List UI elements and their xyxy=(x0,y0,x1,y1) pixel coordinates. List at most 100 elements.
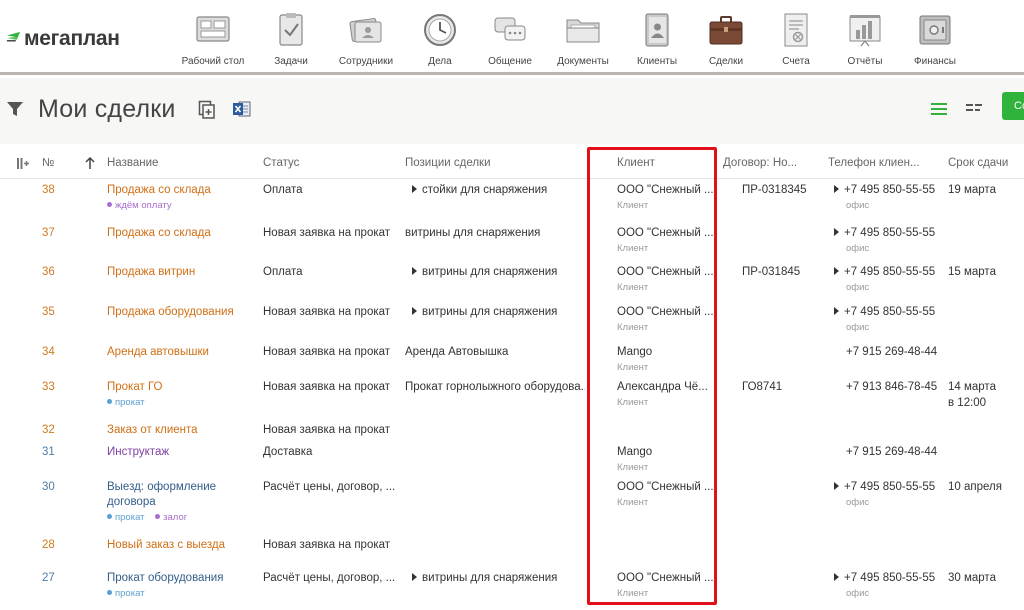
client-name-link[interactable]: ООО "Снежный ... xyxy=(617,266,714,278)
client-phone[interactable]: +7 913 846-78-45 xyxy=(846,381,937,393)
deal-position[interactable]: стойки для снаряжения xyxy=(412,184,547,196)
client-phone[interactable]: +7 495 850-55-55 xyxy=(834,184,935,196)
nav-item-clients[interactable]: Клиенты xyxy=(634,0,680,72)
deal-number[interactable]: 31 xyxy=(42,446,55,458)
tag[interactable]: залог xyxy=(155,512,187,523)
expand-triangle-icon[interactable] xyxy=(834,482,839,490)
list-view-icon[interactable] xyxy=(931,103,947,115)
client-phone[interactable]: +7 495 850-55-55 xyxy=(834,227,935,239)
expand-triangle-icon[interactable] xyxy=(834,573,839,581)
megaplan-logo[interactable]: мегаплан xyxy=(6,26,120,52)
expand-triangle-icon[interactable] xyxy=(834,307,839,315)
deal-name-link[interactable]: Продажа оборудования xyxy=(107,306,234,318)
deal-number[interactable]: 34 xyxy=(42,346,55,358)
tag-label: прокат xyxy=(115,397,145,408)
nav-item-tasks[interactable]: Задачи xyxy=(268,0,314,72)
expand-triangle-icon[interactable] xyxy=(412,267,417,275)
column-header-positions[interactable]: Позиции сделки xyxy=(405,157,491,169)
tag[interactable]: ждём оплату xyxy=(107,200,172,211)
excel-export-icon[interactable] xyxy=(233,100,251,118)
deal-number[interactable]: 28 xyxy=(42,539,55,551)
copy-icon[interactable] xyxy=(198,100,216,120)
column-header-phone[interactable]: Телефон клиен... xyxy=(828,157,920,169)
client-phone[interactable]: +7 495 850-55-55 xyxy=(834,306,935,318)
client-phone[interactable]: +7 495 850-55-55 xyxy=(834,266,935,278)
nav-item-affairs[interactable]: Дела xyxy=(420,0,460,72)
deal-name-link[interactable]: Продажа со склада xyxy=(107,184,211,196)
client-phone[interactable]: +7 915 269-48-44 xyxy=(846,446,937,458)
tag[interactable]: прокат xyxy=(107,397,145,408)
deal-number[interactable]: 27 xyxy=(42,572,55,584)
deal-name-link[interactable]: Прокат ГО xyxy=(107,381,162,393)
nav-item-finance[interactable]: Финансы xyxy=(910,0,960,72)
deal-name-link[interactable]: Инструктаж xyxy=(107,446,169,458)
deal-status: Новая заявка на прокат xyxy=(263,306,391,318)
sort-arrow-up-icon[interactable] xyxy=(85,157,95,170)
nav-item-employees[interactable]: Сотрудники xyxy=(336,0,396,72)
deal-name-link[interactable]: Новый заказ с выезда xyxy=(107,539,225,551)
client-name-link[interactable]: Александра Чё... xyxy=(617,381,708,393)
deal-number[interactable]: 36 xyxy=(42,266,55,278)
expand-triangle-icon[interactable] xyxy=(834,228,839,236)
briefcase-icon xyxy=(709,16,743,45)
column-header-client[interactable]: Клиент xyxy=(617,157,655,169)
deal-number[interactable]: 35 xyxy=(42,306,55,318)
client-phone[interactable]: +7 495 850-55-55 xyxy=(834,481,935,493)
deal-status: Доставка xyxy=(263,446,313,458)
tag-label: ждём оплату xyxy=(115,200,172,211)
deal-status: Оплата xyxy=(263,184,303,196)
deal-position[interactable]: Прокат горнолыжного оборудова... xyxy=(405,381,585,393)
deal-number[interactable]: 33 xyxy=(42,381,55,393)
deal-name-link[interactable]: Заказ от клиента xyxy=(107,424,198,436)
client-name-link[interactable]: ООО "Снежный ... xyxy=(617,184,714,196)
phone-type: офис xyxy=(846,282,870,293)
deal-name-link[interactable]: Продажа витрин xyxy=(107,266,195,278)
deal-name-link[interactable]: Выезд: оформление xyxy=(107,481,216,493)
expand-triangle-icon[interactable] xyxy=(412,573,417,581)
deal-deadline: 19 марта xyxy=(948,184,996,196)
deal-position[interactable]: витрины для снаряжения xyxy=(412,266,557,278)
deal-number[interactable]: 30 xyxy=(42,481,55,493)
deal-position[interactable]: витрины для снаряжения xyxy=(412,572,557,584)
nav-item-reports[interactable]: Отчёты xyxy=(840,0,890,72)
client-phone[interactable]: +7 915 269-48-44 xyxy=(846,346,937,358)
nav-item-communication[interactable]: Общение xyxy=(485,0,535,72)
expand-triangle-icon[interactable] xyxy=(834,267,839,275)
deal-position[interactable]: Аренда Автовышка xyxy=(405,346,508,358)
nav-item-invoices[interactable]: Счета xyxy=(774,0,818,72)
column-header-contract[interactable]: Договор: Но... xyxy=(723,157,797,169)
deal-number[interactable]: 37 xyxy=(42,227,55,239)
create-deal-button[interactable]: Создать xyxy=(1002,92,1024,120)
client-name-link[interactable]: ООО "Снежный ... xyxy=(617,572,714,584)
client-name-link[interactable]: Mango xyxy=(617,446,652,458)
client-phone[interactable]: +7 495 850-55-55 xyxy=(834,572,935,584)
columns-settings-icon[interactable] xyxy=(17,158,29,169)
tag[interactable]: прокат xyxy=(107,512,145,523)
client-name-link[interactable]: ООО "Снежный ... xyxy=(617,306,714,318)
client-name-link[interactable]: Mango xyxy=(617,346,652,358)
expand-triangle-icon[interactable] xyxy=(834,185,839,193)
client-name-link[interactable]: ООО "Снежный ... xyxy=(617,227,714,239)
filter-icon[interactable] xyxy=(7,102,23,116)
column-header-num[interactable]: № xyxy=(42,157,54,169)
nav-item-deals[interactable]: Сделки xyxy=(702,0,750,72)
expand-triangle-icon[interactable] xyxy=(412,307,417,315)
column-header-status[interactable]: Статус xyxy=(263,157,299,169)
tag-dot-icon xyxy=(107,514,112,519)
tag[interactable]: прокат xyxy=(107,588,145,599)
client-name-link[interactable]: ООО "Снежный ... xyxy=(617,481,714,493)
deal-name-link[interactable]: Продажа со склада xyxy=(107,227,211,239)
column-header-deadline[interactable]: Срок сдачи xyxy=(948,157,1008,169)
deal-position[interactable]: витрины для снаряжения xyxy=(405,227,540,239)
deal-number[interactable]: 32 xyxy=(42,424,55,436)
expand-triangle-icon[interactable] xyxy=(412,185,417,193)
deal-number[interactable]: 38 xyxy=(42,184,55,196)
deal-name-link-line2[interactable]: договора xyxy=(107,496,156,508)
deal-name-link[interactable]: Прокат оборудования xyxy=(107,572,223,584)
column-header-name[interactable]: Название xyxy=(107,157,158,169)
deal-name-link[interactable]: Аренда автовышки xyxy=(107,346,209,358)
nav-item-desktop[interactable]: Рабочий стол xyxy=(178,0,248,72)
nav-item-documents[interactable]: Документы xyxy=(554,0,612,72)
compact-view-icon[interactable] xyxy=(966,103,982,115)
deal-position[interactable]: витрины для снаряжения xyxy=(412,306,557,318)
